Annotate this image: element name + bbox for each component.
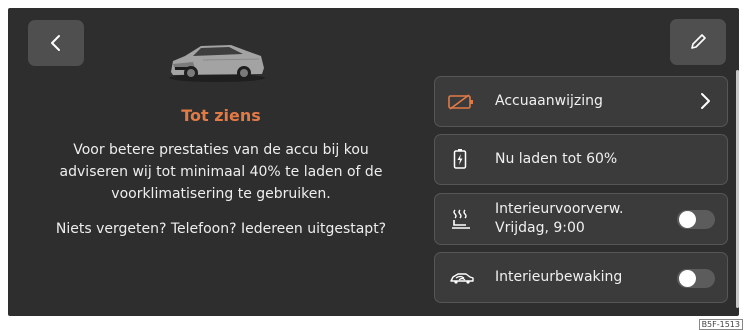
infotainment-screen: Tot ziens Voor betere prestaties van de … xyxy=(8,8,739,316)
toggle-knob xyxy=(679,270,696,287)
farewell-title: Tot ziens xyxy=(181,106,261,125)
interior-monitoring-toggle[interactable] xyxy=(677,269,715,288)
charge-now-item[interactable]: Nu laden tot 60% xyxy=(434,134,728,185)
charge-now-label: Nu laden tot 60% xyxy=(495,151,618,167)
back-button[interactable] xyxy=(28,20,84,66)
interior-monitoring-label: Interieurbewaking xyxy=(495,269,623,285)
battery-advice-text: Voor betere prestaties van de accu bij k… xyxy=(28,139,414,205)
interior-preheat-title: Interieurvoorverw. xyxy=(495,201,624,217)
interior-preheat-item[interactable]: Interieurvoorverw. Vrijdag, 9:00 xyxy=(434,193,728,245)
scrollbar[interactable] xyxy=(736,70,739,308)
edit-button[interactable] xyxy=(670,19,726,65)
figure-code: B5F-1513 xyxy=(698,319,743,330)
interior-preheat-label: Interieurvoorverw. Vrijdag, 9:00 xyxy=(495,200,623,238)
interior-monitoring-item[interactable]: Interieurbewaking xyxy=(434,252,728,303)
car-image xyxy=(169,45,265,82)
chevron-left-icon xyxy=(51,35,60,51)
interior-monitoring-icon xyxy=(450,273,474,284)
battery-indicator-label: Accuaanwijzing xyxy=(495,93,603,109)
battery-indicator-item[interactable]: Accuaanwijzing xyxy=(434,76,728,127)
reminder-text: Niets vergeten? Telefoon? Iedereen uitge… xyxy=(55,221,387,237)
charging-battery-icon xyxy=(453,149,467,169)
battery-warning-icon xyxy=(448,94,473,110)
pencil-icon xyxy=(691,34,706,49)
battery-advice-line: adviseren wij tot minimaal 40% te laden … xyxy=(59,164,383,180)
toggle-knob xyxy=(679,211,696,228)
chevron-right-icon xyxy=(701,93,710,109)
interior-preheat-schedule: Vrijdag, 9:00 xyxy=(495,220,585,236)
seat-heating-icon xyxy=(452,209,470,229)
battery-advice-line: voorklimatisering te gebruiken. xyxy=(111,186,331,202)
interior-preheat-toggle[interactable] xyxy=(677,210,715,229)
battery-advice-line: Voor betere prestaties van de accu bij k… xyxy=(73,142,369,158)
